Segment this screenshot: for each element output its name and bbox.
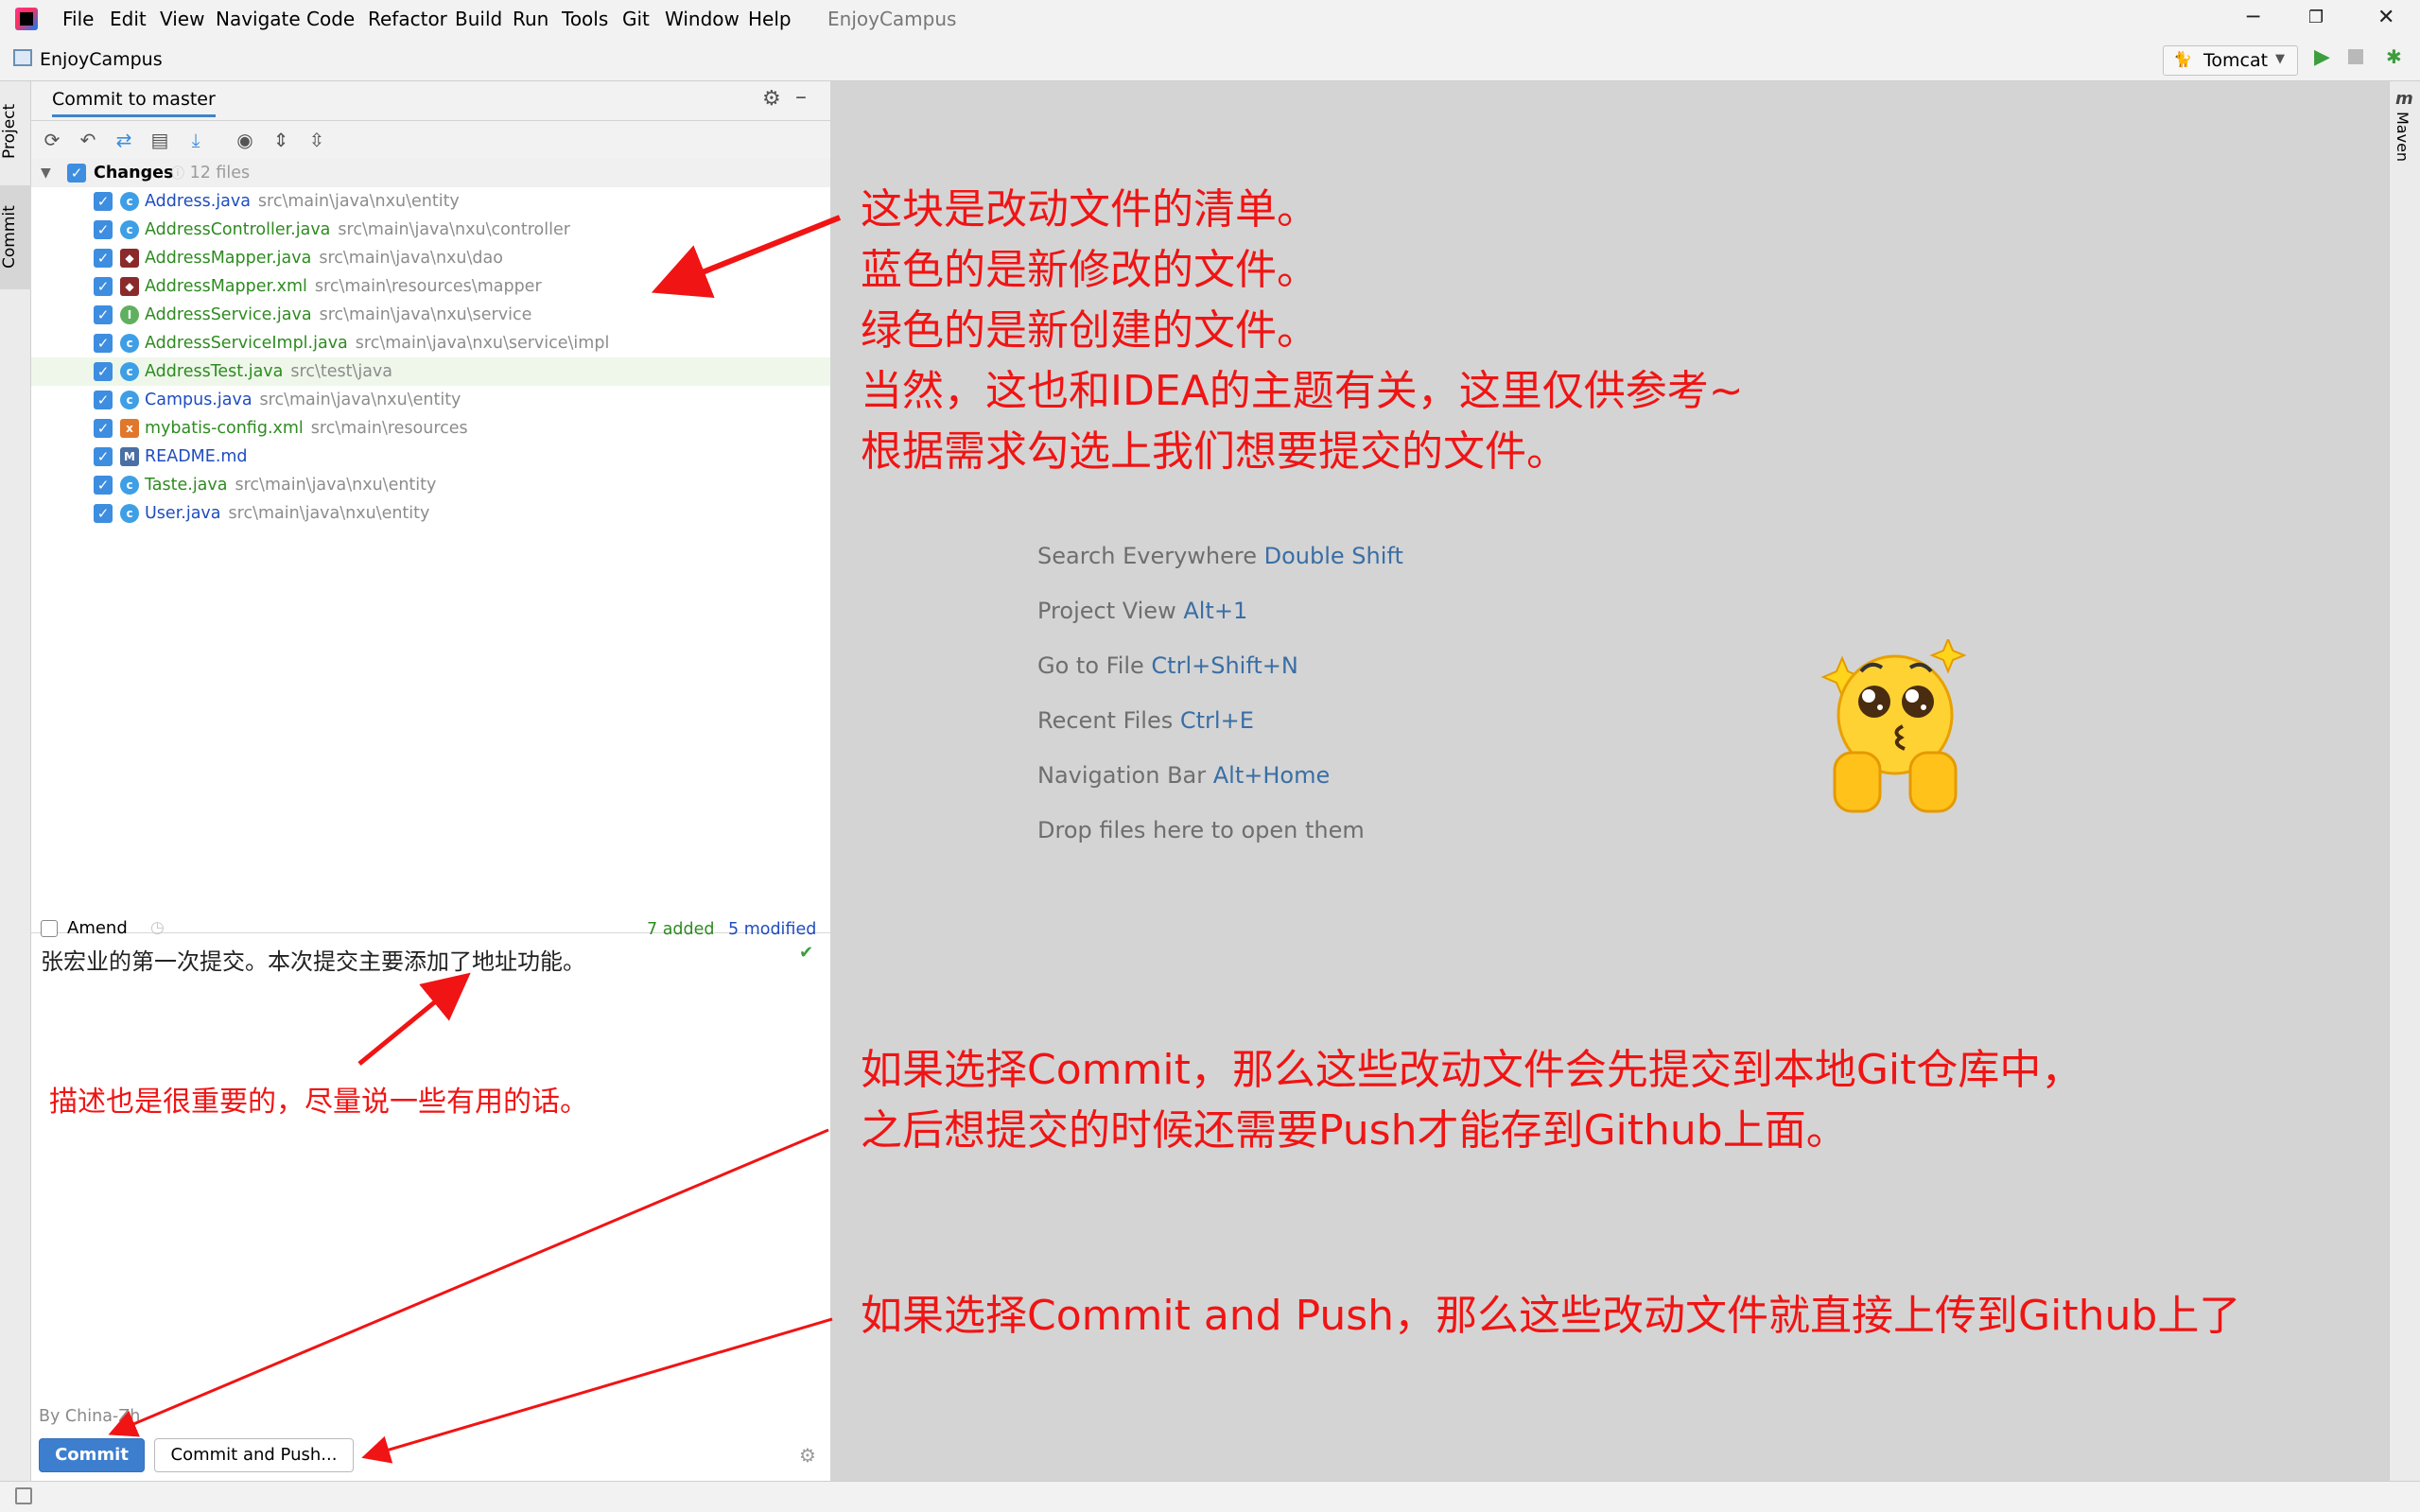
tool-windows-toggle-icon[interactable] [15, 1487, 32, 1504]
arrow-to-commit-push [361, 1317, 833, 1464]
arrow-to-files [651, 215, 842, 299]
arrow-to-commit [108, 1128, 829, 1437]
status-bar [0, 1481, 2420, 1512]
annotation-arrows [108, 215, 842, 1464]
arrow-to-message [357, 972, 471, 1066]
